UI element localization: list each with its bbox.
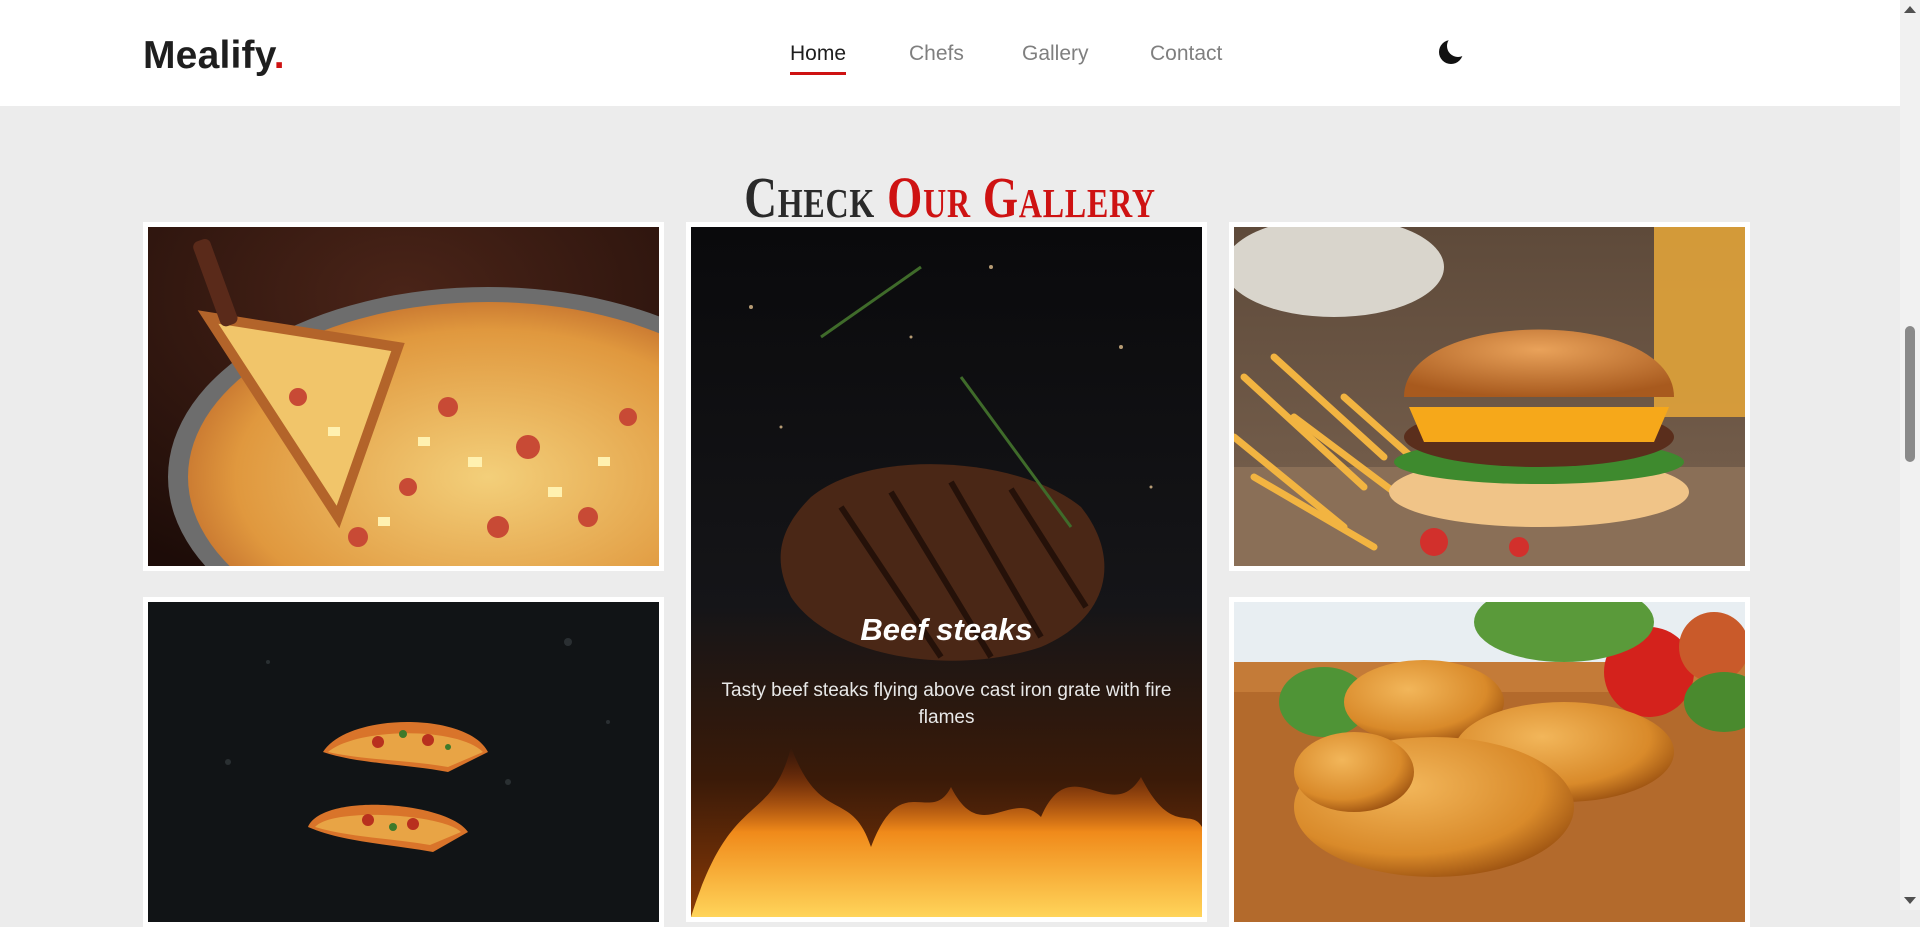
page-scrollbar[interactable] <box>1900 0 1920 910</box>
gallery-caption-title: Beef steaks <box>860 612 1033 647</box>
gallery-item-pizza[interactable] <box>143 222 664 571</box>
section-title-prefix: Check <box>744 165 876 231</box>
scroll-up-arrow-icon[interactable] <box>1904 6 1916 13</box>
moon-icon[interactable] <box>1436 35 1469 68</box>
burger-fries-photo <box>1234 227 1745 566</box>
brand-dot: . <box>273 34 285 77</box>
gallery-caption-description: Tasty beef steaks flying above cast iron… <box>721 680 1172 728</box>
pizza-slice-photo <box>148 227 659 566</box>
nav-link-gallery[interactable]: Gallery <box>1022 42 1089 66</box>
site-header: Mealify. Home Chefs Gallery Contact <box>0 0 1900 106</box>
section-title-accent: Our Gallery <box>887 165 1156 231</box>
gallery-item-flying-pizza[interactable] <box>143 597 664 927</box>
nav-link-home[interactable]: Home <box>790 42 847 75</box>
nav-link-gallery-label: Gallery <box>1022 42 1089 65</box>
brand-logo[interactable]: Mealify. <box>143 34 285 78</box>
flying-pizza-photo <box>148 602 659 922</box>
fried-chicken-photo <box>1234 602 1745 922</box>
scroll-down-arrow-icon[interactable] <box>1904 897 1916 904</box>
nav-link-contact-label: Contact <box>1150 42 1223 65</box>
brand-name: Mealify <box>143 34 274 77</box>
nav-link-chefs-label: Chefs <box>909 42 964 65</box>
gallery-item-fried-chicken[interactable] <box>1229 597 1750 927</box>
gallery-item-burger[interactable] <box>1229 222 1750 571</box>
page: Mealify. Home Chefs Gallery Contact Chec… <box>0 0 1900 927</box>
active-nav-underline <box>790 72 847 75</box>
nav-link-contact[interactable]: Contact <box>1150 42 1222 66</box>
nav-link-home-label: Home <box>790 42 847 65</box>
gallery-item-beef-steaks[interactable]: Beef steaks Tasty beef steaks flying abo… <box>686 222 1207 922</box>
scrollbar-thumb[interactable] <box>1905 326 1915 462</box>
beef-steak-photo <box>691 227 1202 917</box>
nav-link-chefs[interactable]: Chefs <box>909 42 964 66</box>
